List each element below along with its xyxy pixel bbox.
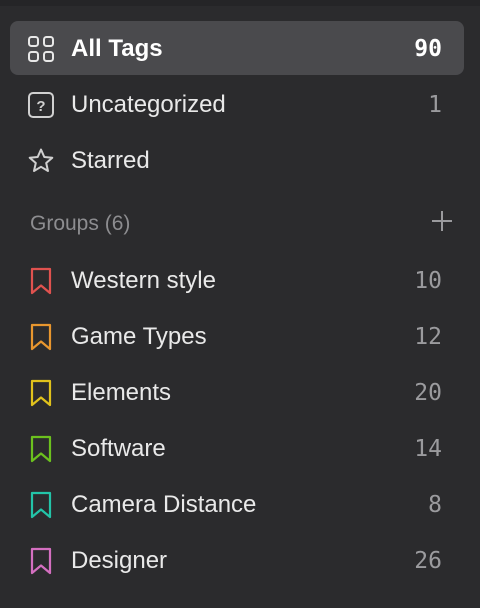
question-box-icon: ? [28, 92, 54, 118]
group-label: Elements [71, 379, 172, 406]
nav-starred[interactable]: Starred [10, 133, 464, 187]
bookmark-icon [30, 379, 52, 407]
nav-all-tags[interactable]: All Tags 90 [10, 21, 464, 75]
group-count: 8 [428, 492, 442, 518]
group-label: Game Types [71, 323, 207, 350]
grid-icon [28, 36, 54, 62]
group-count: 26 [414, 548, 442, 574]
group-item[interactable]: Designer 26 [10, 533, 464, 587]
nav-starred-label: Starred [71, 147, 150, 174]
group-label: Software [71, 435, 166, 462]
group-item[interactable]: Elements 20 [10, 365, 464, 419]
group-item[interactable]: Game Types 12 [10, 309, 464, 363]
group-count: 12 [414, 324, 442, 350]
group-item[interactable]: Camera Distance 8 [10, 477, 464, 531]
bookmark-icon [30, 491, 52, 519]
nav-all-tags-count: 90 [414, 36, 442, 62]
bookmark-icon [30, 547, 52, 575]
bookmark-icon [30, 435, 52, 463]
tags-sidebar: All Tags 90 ? Uncategorized 1 Starred Gr… [0, 0, 480, 608]
bookmark-icon [30, 267, 52, 295]
nav-uncategorized[interactable]: ? Uncategorized 1 [10, 77, 464, 131]
plus-icon[interactable] [429, 208, 455, 234]
svg-text:?: ? [36, 98, 45, 115]
group-count: 14 [414, 436, 442, 462]
group-label: Camera Distance [71, 491, 257, 518]
group-count: 10 [414, 268, 442, 294]
group-item[interactable]: Software 14 [10, 421, 464, 475]
top-divider [0, 0, 480, 6]
groups-title: Groups (6) [30, 212, 131, 235]
star-icon [28, 148, 54, 172]
groups-header: Groups (6) [30, 208, 455, 240]
bookmark-icon [30, 323, 52, 351]
group-item[interactable]: Western style 10 [10, 253, 464, 307]
nav-all-tags-label: All Tags [71, 35, 163, 62]
group-label: Designer [71, 547, 168, 574]
nav-uncategorized-label: Uncategorized [71, 91, 226, 118]
nav-uncategorized-count: 1 [428, 92, 442, 118]
group-label: Western style [71, 267, 216, 294]
group-count: 20 [414, 380, 442, 406]
